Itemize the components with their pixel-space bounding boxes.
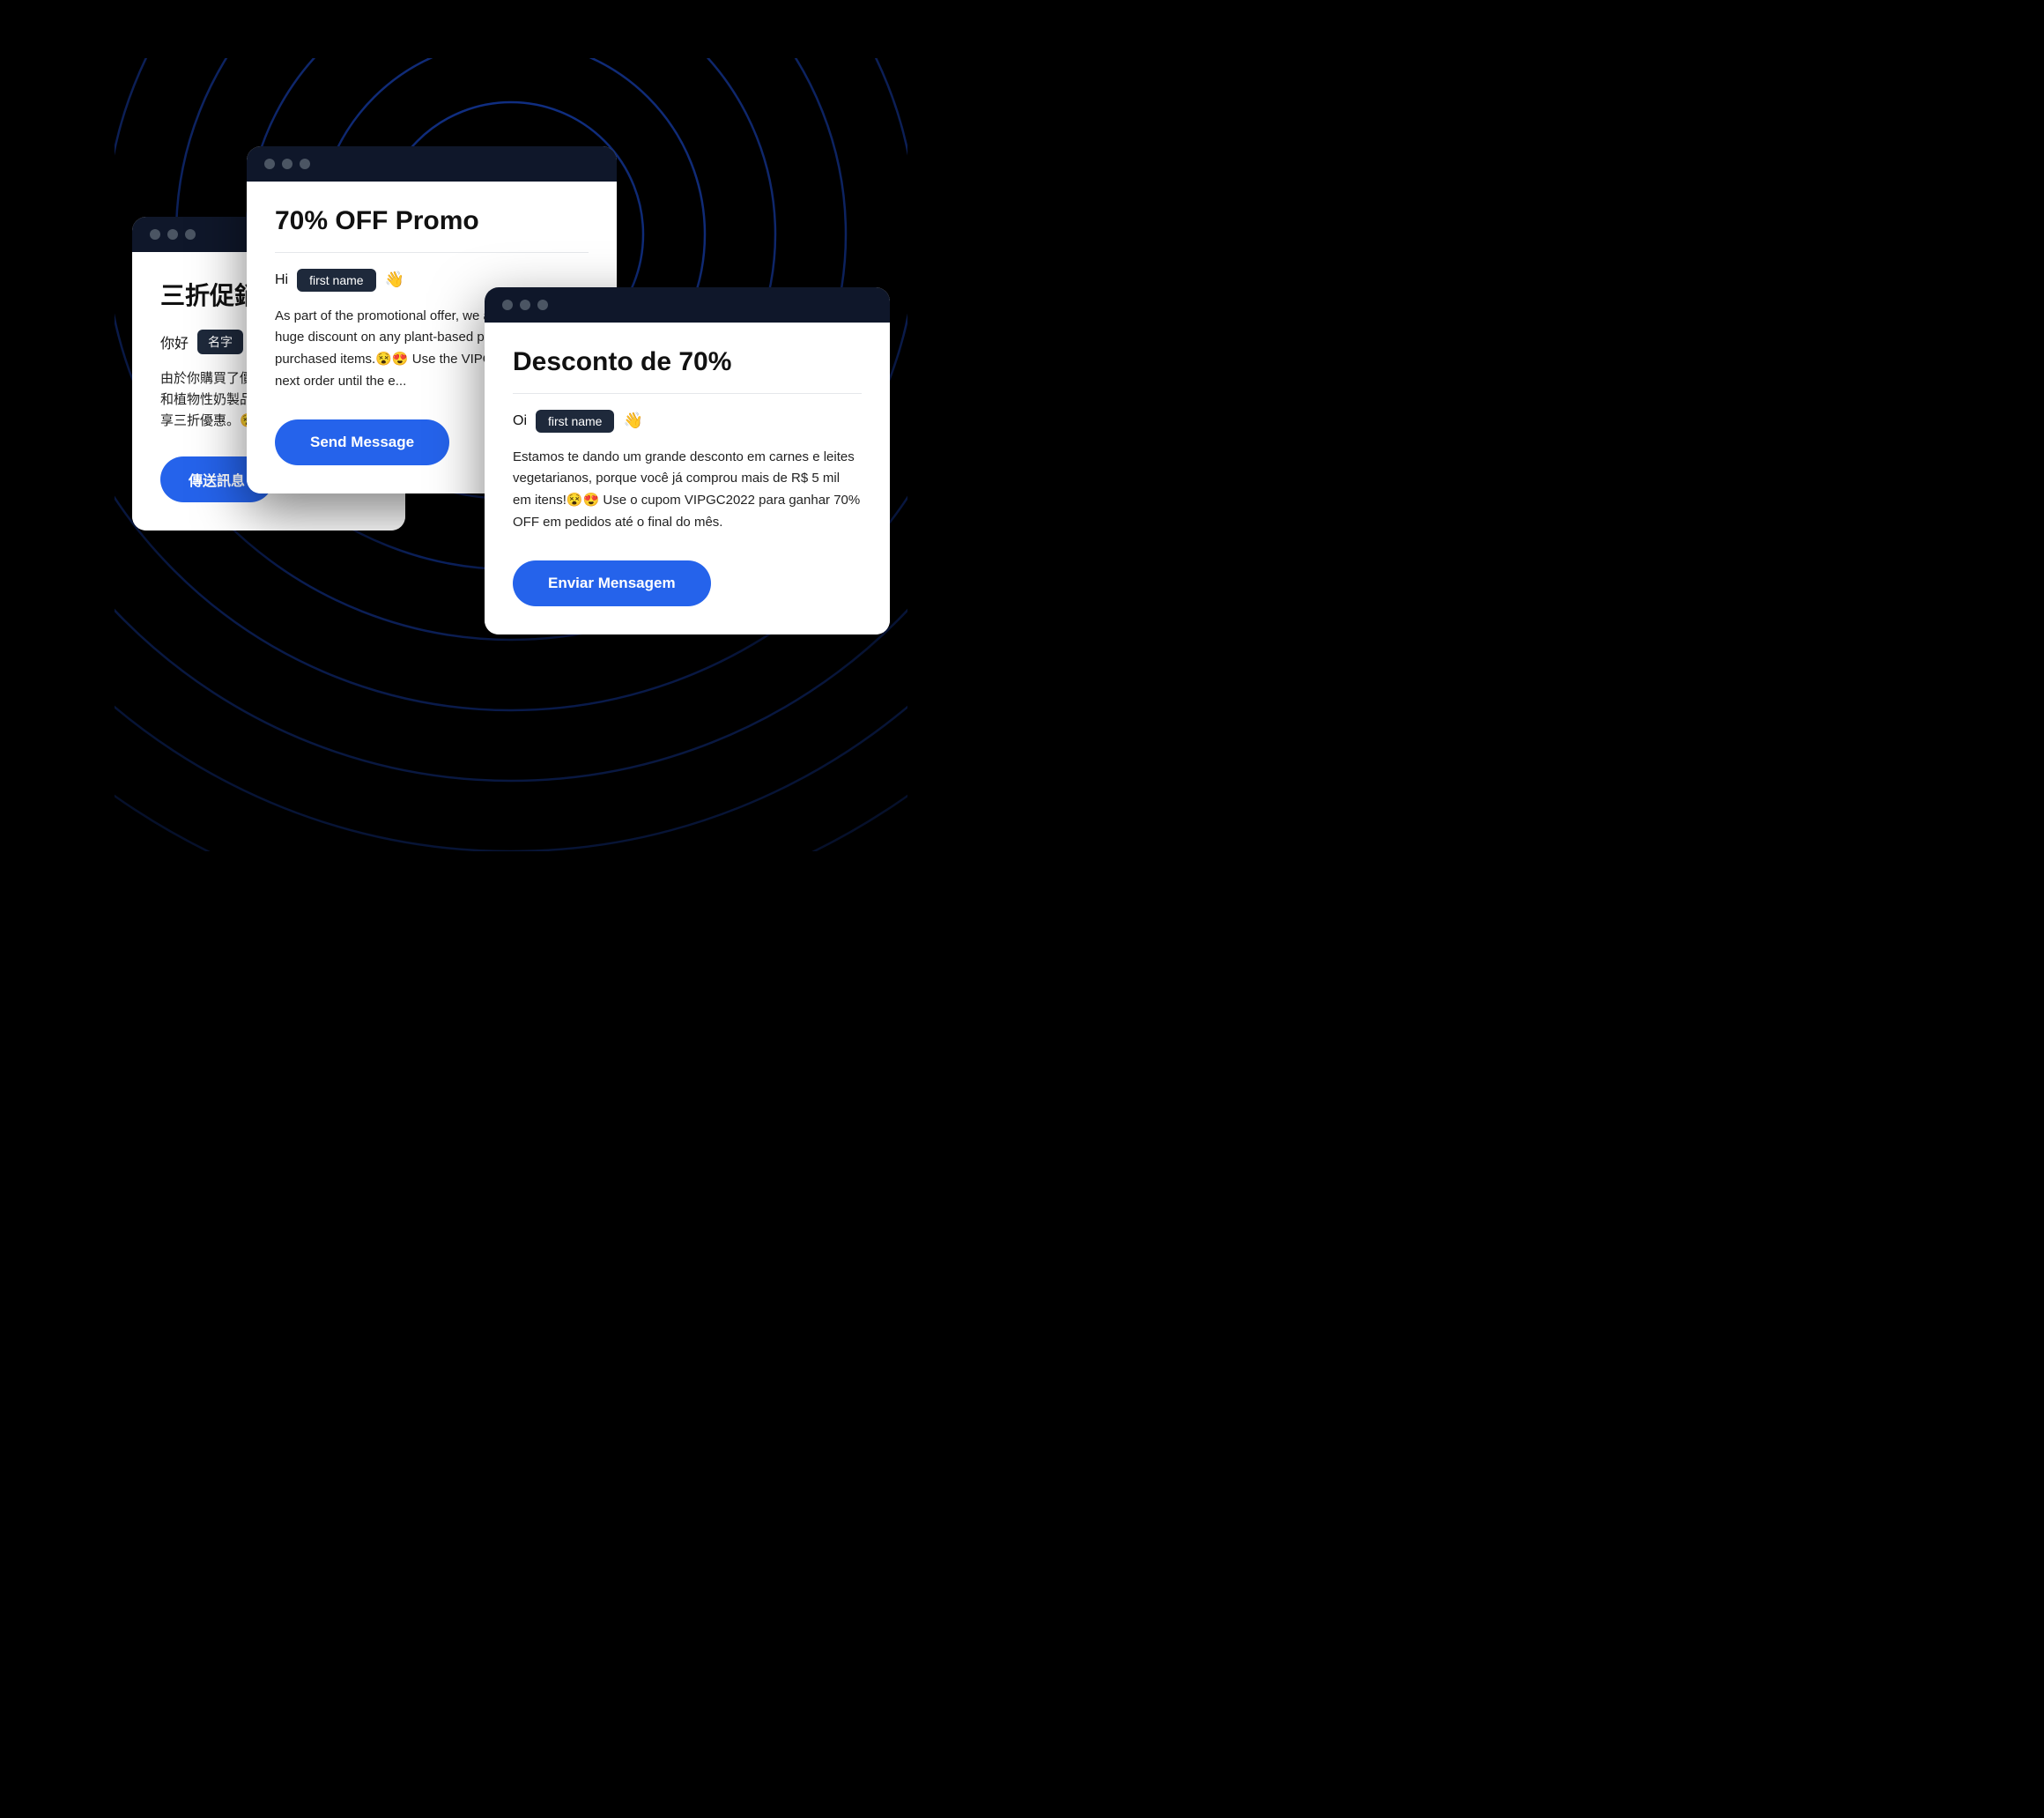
dot-1 bbox=[502, 300, 513, 310]
dot-1 bbox=[264, 159, 275, 169]
card-pt-header bbox=[485, 287, 890, 323]
dot-1 bbox=[150, 229, 160, 240]
card-zh-name-badge: 名字 bbox=[197, 330, 243, 354]
card-portuguese: Desconto de 70% Oi first name 👋 Estamos … bbox=[485, 287, 890, 634]
card-pt-body: Desconto de 70% Oi first name 👋 Estamos … bbox=[485, 323, 890, 634]
card-zh-greeting-prefix: 你好 bbox=[160, 331, 189, 352]
card-en-greeting-emoji: 👋 bbox=[385, 271, 404, 289]
card-en-header bbox=[247, 146, 617, 182]
card-pt-greeting-prefix: Oi bbox=[513, 413, 527, 429]
card-pt-greeting-row: Oi first name 👋 bbox=[513, 410, 862, 433]
card-pt-name-badge: first name bbox=[536, 410, 614, 433]
dot-2 bbox=[167, 229, 178, 240]
card-pt-body-text: Estamos te dando um grande desconto em c… bbox=[513, 447, 862, 534]
dot-3 bbox=[300, 159, 310, 169]
cards-scene: 三折促銷 你好 名字 👋 由於你購買了價值超過 $5,000 肉類和植物性奶製品… bbox=[115, 111, 907, 798]
card-pt-title: Desconto de 70% bbox=[513, 347, 862, 394]
card-en-send-button[interactable]: Send Message bbox=[275, 419, 449, 465]
dot-3 bbox=[537, 300, 548, 310]
card-pt-send-button[interactable]: Enviar Mensagem bbox=[513, 560, 711, 606]
card-en-title: 70% OFF Promo bbox=[275, 206, 589, 253]
card-en-name-badge: first name bbox=[297, 269, 375, 292]
card-pt-greeting-emoji: 👋 bbox=[623, 412, 642, 430]
dot-3 bbox=[185, 229, 196, 240]
dot-2 bbox=[520, 300, 530, 310]
dot-2 bbox=[282, 159, 293, 169]
card-en-greeting-prefix: Hi bbox=[275, 272, 288, 288]
